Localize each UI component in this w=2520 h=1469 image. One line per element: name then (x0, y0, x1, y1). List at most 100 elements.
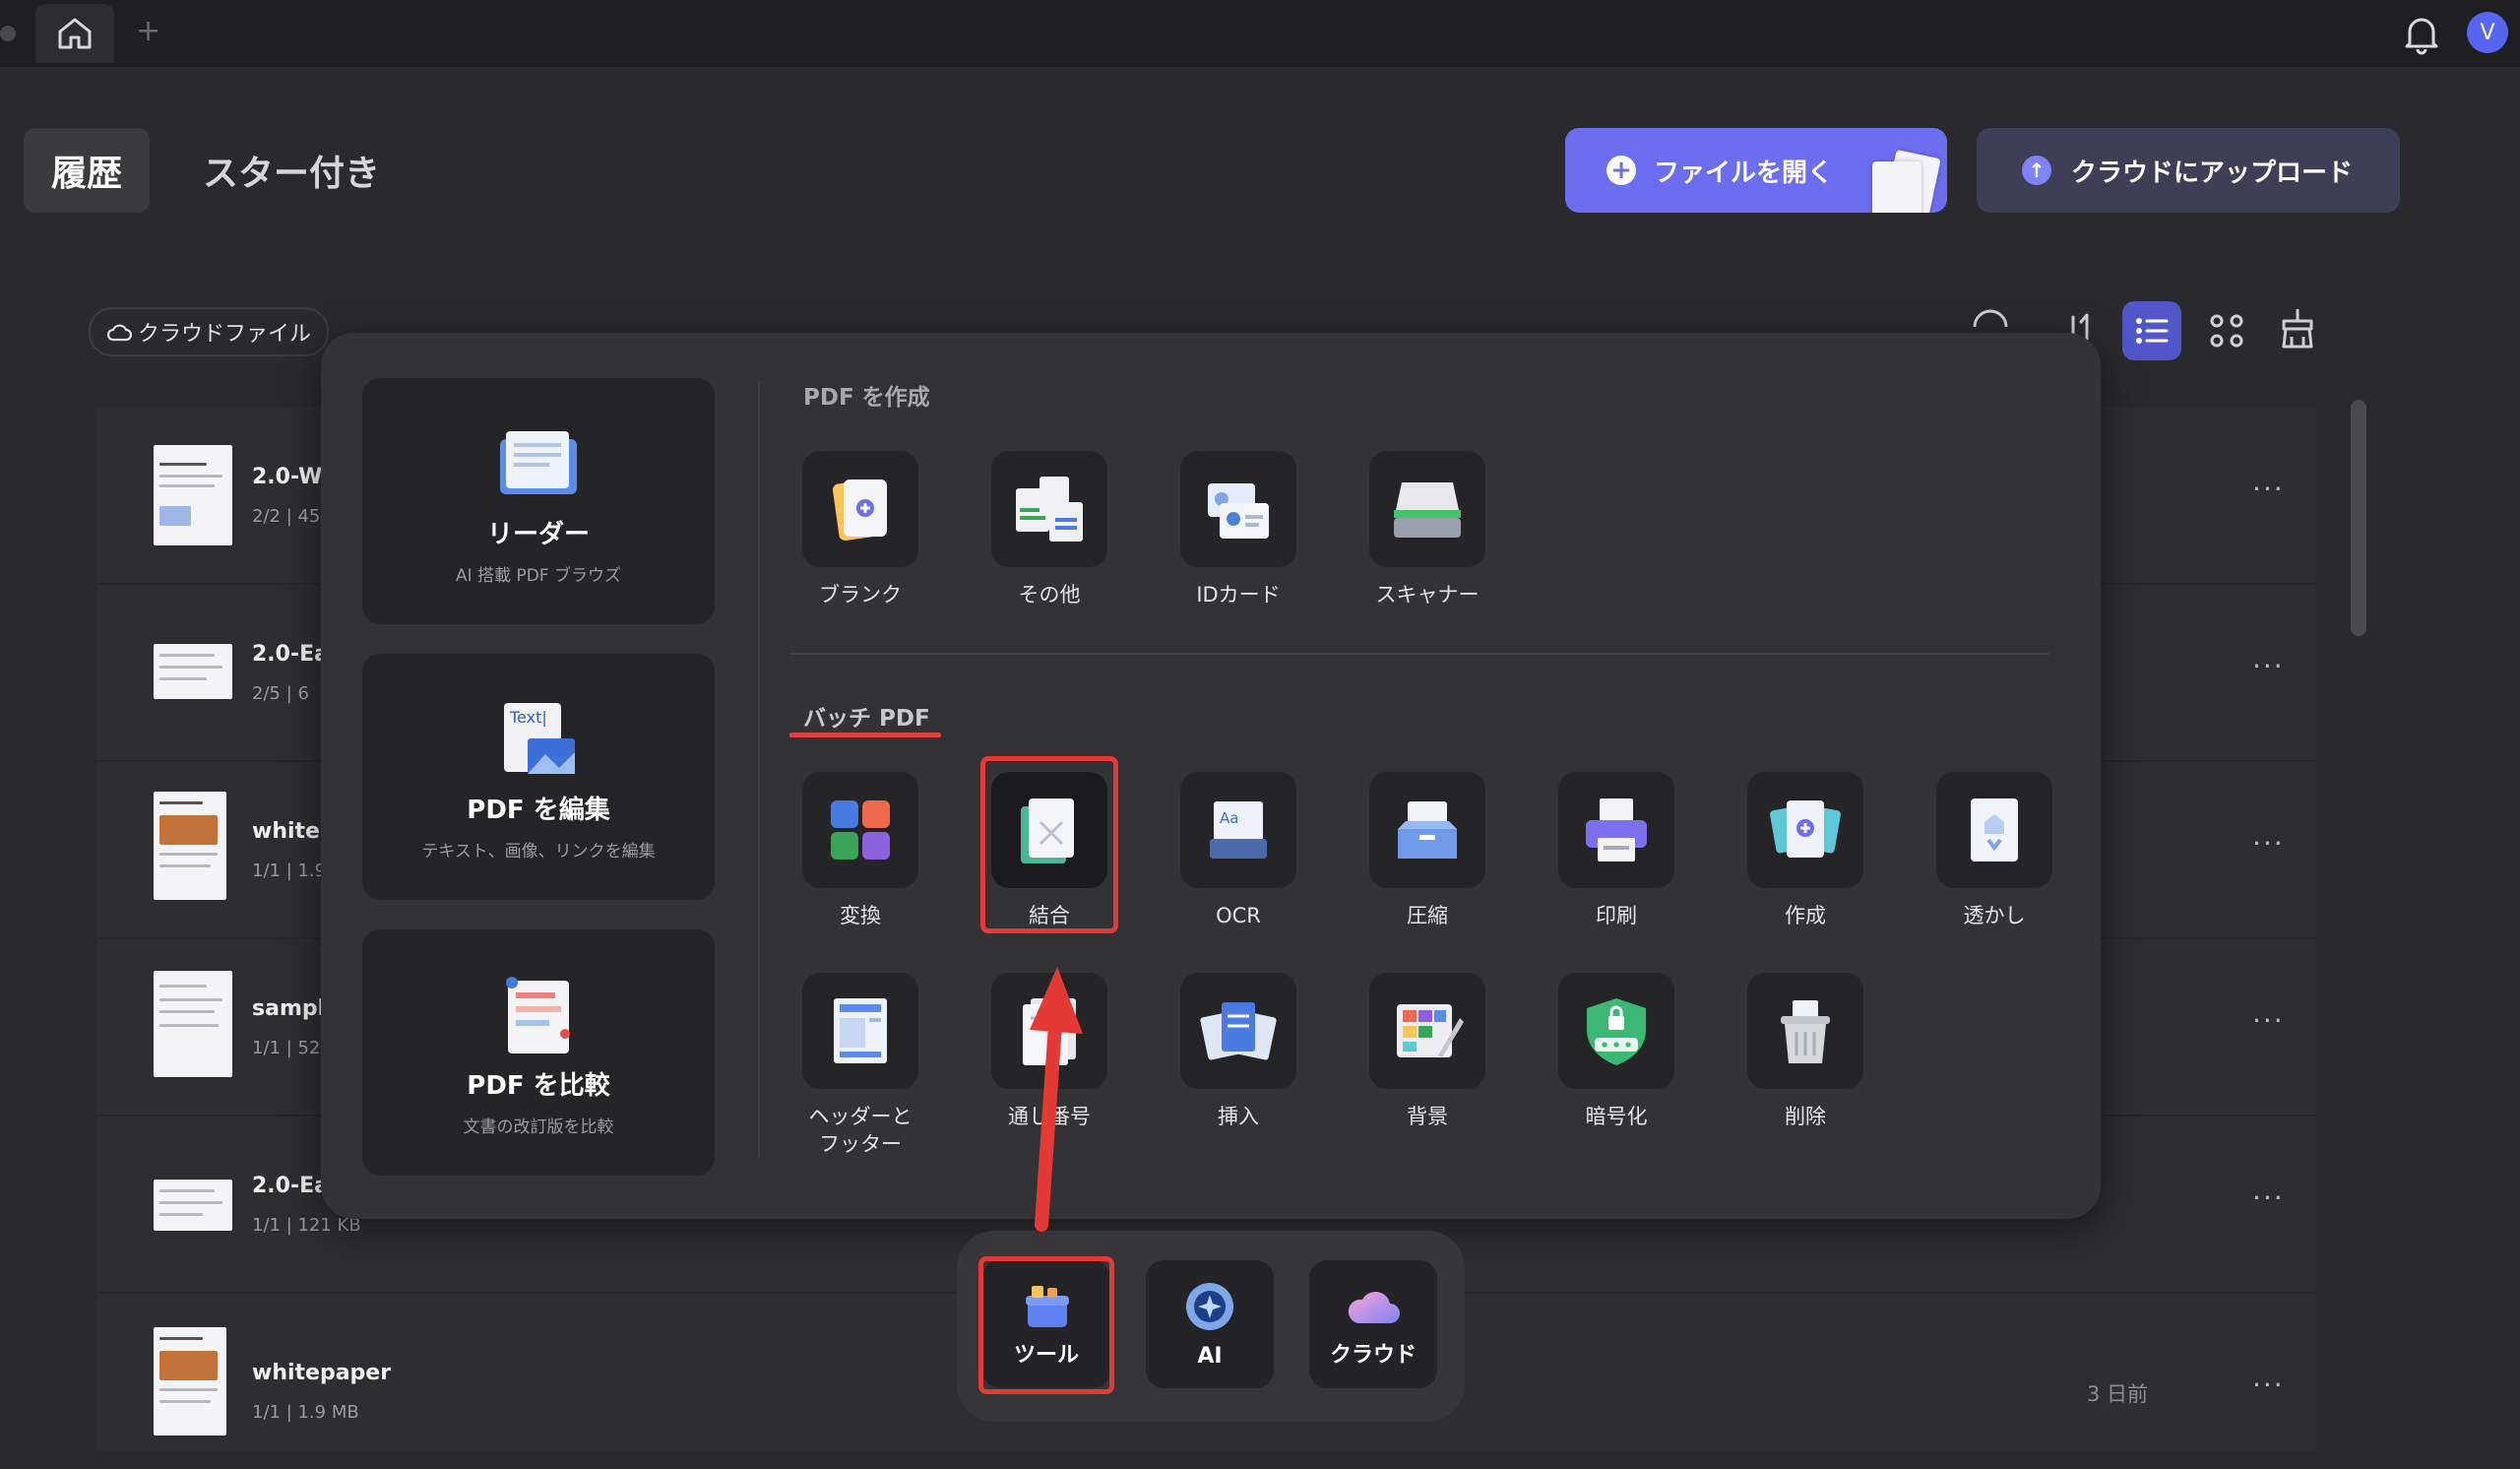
list-view-icon (2136, 318, 2169, 344)
tab-bar: + V (0, 0, 2520, 67)
tool-convert[interactable]: 変換 (782, 772, 939, 929)
id-card-icon (1208, 483, 1269, 539)
tool-label: 背景 (1407, 1105, 1448, 1128)
tool-label: 削除 (1785, 1105, 1826, 1128)
tool-label: 透かし (1963, 904, 2026, 927)
tool-delete[interactable]: 削除 (1727, 973, 1884, 1130)
reader-card[interactable]: リーダー AI 搭載 PDF ブラウズ (362, 378, 715, 624)
dock-ai-button[interactable]: AI (1146, 1260, 1274, 1388)
cloud-files-filter[interactable]: クラウドファイル (89, 307, 329, 356)
tab-history[interactable]: 履歴 (24, 128, 150, 213)
avatar[interactable]: V (2467, 12, 2508, 53)
other-formats-icon (1016, 477, 1083, 542)
tool-bates-number[interactable]: 通し番号 (971, 973, 1128, 1130)
file-thumbnail (154, 644, 232, 699)
tool-label: ヘッダーと フッター (808, 1105, 913, 1157)
print-icon (1586, 798, 1647, 862)
card-subtitle: 文書の改訂版を比較 (463, 1118, 614, 1137)
bates-number-icon (1023, 998, 1076, 1065)
file-name: 2.0-Wi (252, 465, 330, 489)
dock-ai-label: AI (1197, 1344, 1223, 1369)
tool-print[interactable]: 印刷 (1538, 772, 1695, 929)
tools-popup: リーダー AI 搭載 PDF ブラウズ Text| PDF を編集 テキスト、画… (321, 333, 2101, 1219)
home-tab[interactable] (35, 4, 114, 63)
tab-starred[interactable]: スター付き (193, 128, 390, 213)
document-stack-icon (1868, 149, 1947, 213)
file-thumbnail (154, 1327, 226, 1436)
tool-label: 暗号化 (1585, 1105, 1648, 1128)
upload-label: クラウドにアップロード (2071, 158, 2354, 188)
new-tab-button[interactable]: + (136, 14, 160, 48)
cloud-icon (1348, 1291, 1400, 1323)
more-options-icon[interactable]: ··· (2252, 473, 2285, 505)
card-title: PDF を編集 (467, 796, 610, 825)
file-thumbnail (154, 792, 226, 900)
section-divider (789, 653, 2049, 655)
tool-ocr[interactable]: Aa OCR (1160, 772, 1317, 929)
tool-compress[interactable]: 圧縮 (1349, 772, 1506, 929)
scrollbar[interactable] (2351, 400, 2366, 636)
dock-cloud-label: クラウド (1329, 1343, 1417, 1368)
blank-page-icon (832, 479, 887, 542)
insert-icon (1200, 1002, 1277, 1060)
upload-to-cloud-button[interactable]: ↑ クラウドにアップロード (1977, 128, 2400, 213)
edit-pdf-card[interactable]: Text| PDF を編集 テキスト、画像、リンクを編集 (362, 654, 715, 900)
more-options-icon[interactable]: ··· (2252, 1004, 2285, 1037)
tool-header-footer[interactable]: ヘッダーと フッター (782, 973, 939, 1159)
header-footer-icon (834, 998, 887, 1063)
grid-view-icon[interactable] (2209, 313, 2244, 349)
tool-label: IDカード (1196, 583, 1281, 607)
card-subtitle: テキスト、画像、リンクを編集 (421, 842, 656, 862)
tool-other[interactable]: その他 (971, 451, 1128, 608)
file-meta: 1/1 | 1.9 (252, 861, 327, 881)
compare-pdf-card[interactable]: PDF を比較 文書の改訂版を比較 (362, 929, 715, 1176)
scanner-icon (1394, 482, 1461, 538)
tool-label: 作成 (1785, 904, 1826, 927)
tool-watermark[interactable]: 透かし (1916, 772, 2073, 929)
card-subtitle: AI 搭載 PDF ブラウズ (456, 566, 621, 586)
compress-icon (1398, 801, 1457, 859)
combine-highlight-box (980, 756, 1118, 933)
more-options-icon[interactable]: ··· (2252, 650, 2285, 682)
tool-background[interactable]: 背景 (1349, 973, 1506, 1130)
list-view-toggle[interactable] (2122, 301, 2181, 360)
ocr-icon: Aa (1210, 801, 1267, 859)
open-file-label: ファイルを開く (1654, 158, 1834, 188)
create-section-title: PDF を作成 (803, 385, 930, 411)
reader-icon (500, 431, 577, 494)
tool-label: 変換 (840, 904, 881, 927)
clear-history-icon[interactable] (2278, 307, 2317, 349)
search-icon[interactable] (1969, 301, 2010, 331)
tool-blank[interactable]: ブランク (782, 451, 939, 608)
tool-scanner[interactable]: スキャナー (1349, 451, 1506, 608)
create-icon (1770, 800, 1841, 858)
window-control-dot[interactable] (0, 26, 16, 41)
tool-id-card[interactable]: IDカード (1160, 451, 1317, 608)
batch-tab-underline (789, 733, 941, 737)
more-options-icon[interactable]: ··· (2252, 1369, 2285, 1401)
open-file-button[interactable]: + ファイルを開く (1565, 128, 1947, 213)
file-name: 2.0-Ea (252, 642, 329, 667)
popup-divider (758, 380, 760, 1158)
compare-pdf-icon (506, 977, 570, 1054)
tool-encrypt[interactable]: 暗号化 (1538, 973, 1695, 1130)
notification-bell-icon[interactable] (2402, 12, 2441, 59)
more-options-icon[interactable]: ··· (2252, 1182, 2285, 1214)
tools-highlight-box (978, 1256, 1114, 1394)
dock-cloud-button[interactable]: クラウド (1309, 1260, 1437, 1388)
svg-text:Aa: Aa (1220, 809, 1238, 827)
tool-label: 圧縮 (1407, 904, 1448, 927)
tool-label: スキャナー (1375, 583, 1480, 607)
tool-create[interactable]: 作成 (1727, 772, 1884, 929)
file-date: 3 日前 (2087, 1382, 2149, 1406)
tool-label: ブランク (819, 583, 902, 607)
tool-insert[interactable]: 挿入 (1160, 973, 1317, 1130)
batch-section-title[interactable]: バッチ PDF (803, 699, 930, 733)
card-title: リーダー (486, 520, 590, 549)
file-meta: 1/1 | 1.9 MB (252, 1402, 359, 1423)
delete-icon (1781, 1000, 1830, 1063)
file-thumbnail (154, 971, 232, 1077)
edit-pdf-icon: Text| (504, 703, 575, 774)
file-thumbnail (154, 1180, 232, 1231)
more-options-icon[interactable]: ··· (2252, 827, 2285, 860)
